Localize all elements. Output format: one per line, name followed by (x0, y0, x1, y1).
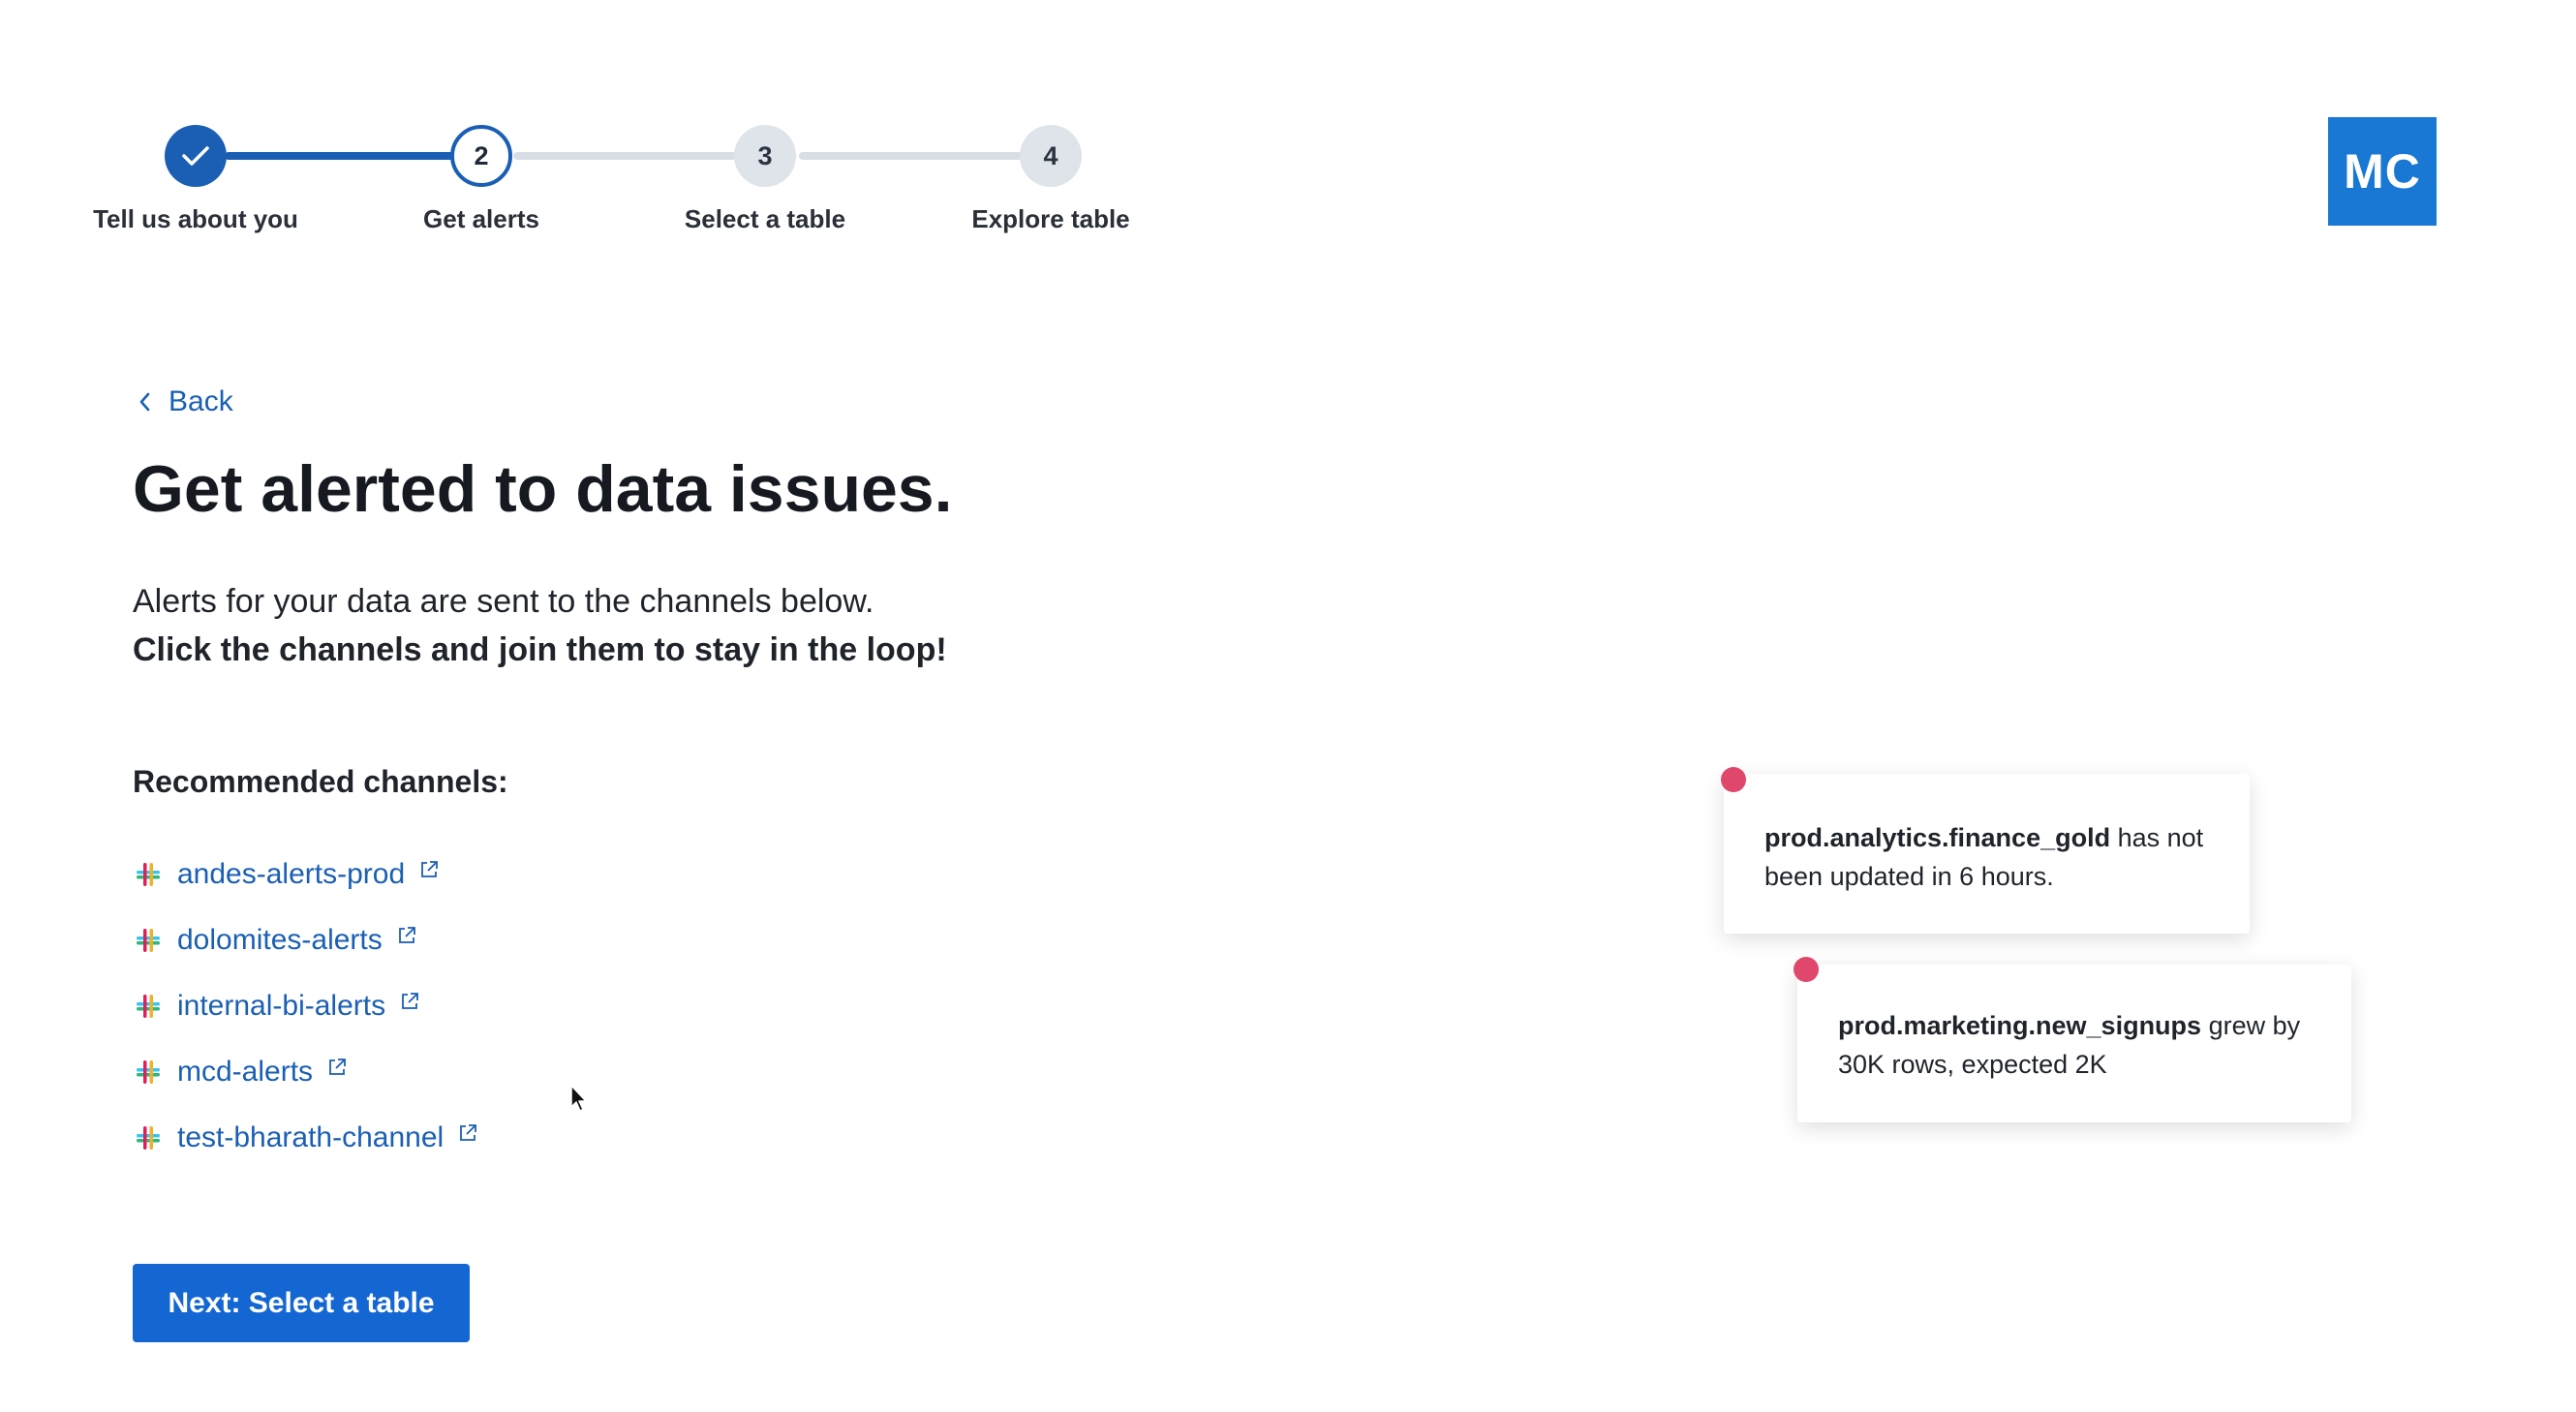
slack-icon (137, 1060, 160, 1084)
mouse-cursor-icon (570, 1085, 587, 1112)
next-select-table-button[interactable]: Next: Select a table (133, 1264, 470, 1342)
step-4-label: Explore table (971, 204, 1130, 233)
mc-logo: MC (2328, 117, 2437, 226)
alert-table-name: prod.marketing.new_signups (1838, 1011, 2202, 1040)
slack-icon (137, 1126, 160, 1150)
step-connector-complete (225, 152, 457, 160)
page-title: Get alerted to data issues. (133, 452, 953, 526)
page-description: Alerts for your data are sent to the cha… (133, 577, 947, 674)
alert-card: prod.analytics.finance_gold has not been… (1724, 774, 2250, 934)
channel-name: test-bharath-channel (177, 1121, 445, 1153)
alert-indicator-dot (1794, 957, 1819, 982)
description-call-to-action: Click the channels and join them to stay… (133, 631, 947, 668)
alert-indicator-dot (1721, 767, 1746, 792)
progress-stepper: 2 3 4 Tell us about you Get alerts Selec… (0, 0, 1259, 252)
description-line: Alerts for your data are sent to the cha… (133, 583, 874, 620)
step-connector (799, 152, 1027, 160)
external-link-icon (421, 861, 439, 877)
recommended-channels-heading: Recommended channels: (133, 764, 508, 799)
alert-card: prod.marketing.new_signups grew by 30K r… (1797, 965, 2351, 1122)
chevron-left-icon (139, 392, 150, 412)
external-link-icon (329, 1059, 346, 1075)
step-2-label: Get alerts (423, 204, 539, 233)
step-3-indicator: 3 (734, 125, 796, 187)
channel-name: internal-bi-alerts (177, 990, 386, 1022)
back-link[interactable]: Back (138, 385, 233, 418)
step-connector (513, 152, 742, 160)
back-label: Back (169, 385, 233, 417)
external-link-icon (402, 993, 418, 1009)
slack-icon (137, 863, 160, 886)
channel-link[interactable]: test-bharath-channel (133, 1105, 478, 1171)
slack-icon (137, 995, 160, 1018)
channel-list: andes-alerts-prod dolomites-alerts inter… (133, 842, 478, 1171)
external-link-icon (398, 927, 415, 943)
channel-name: mcd-alerts (177, 1056, 314, 1088)
channel-name: andes-alerts-prod (177, 858, 406, 890)
step-1-label: Tell us about you (93, 204, 298, 233)
checkmark-icon (182, 146, 209, 166)
step-4-indicator: 4 (1020, 125, 1082, 187)
channel-link[interactable]: andes-alerts-prod (133, 842, 478, 907)
channel-link[interactable]: internal-bi-alerts (133, 973, 478, 1039)
step-2-indicator: 2 (450, 125, 512, 187)
channel-name: dolomites-alerts (177, 924, 383, 956)
channel-link[interactable]: dolomites-alerts (133, 907, 478, 973)
alert-table-name: prod.analytics.finance_gold (1764, 823, 2111, 852)
slack-icon (137, 929, 160, 952)
external-link-icon (460, 1124, 477, 1141)
channel-link[interactable]: mcd-alerts (133, 1039, 478, 1105)
step-1-indicator (165, 125, 227, 187)
step-3-label: Select a table (684, 204, 846, 233)
